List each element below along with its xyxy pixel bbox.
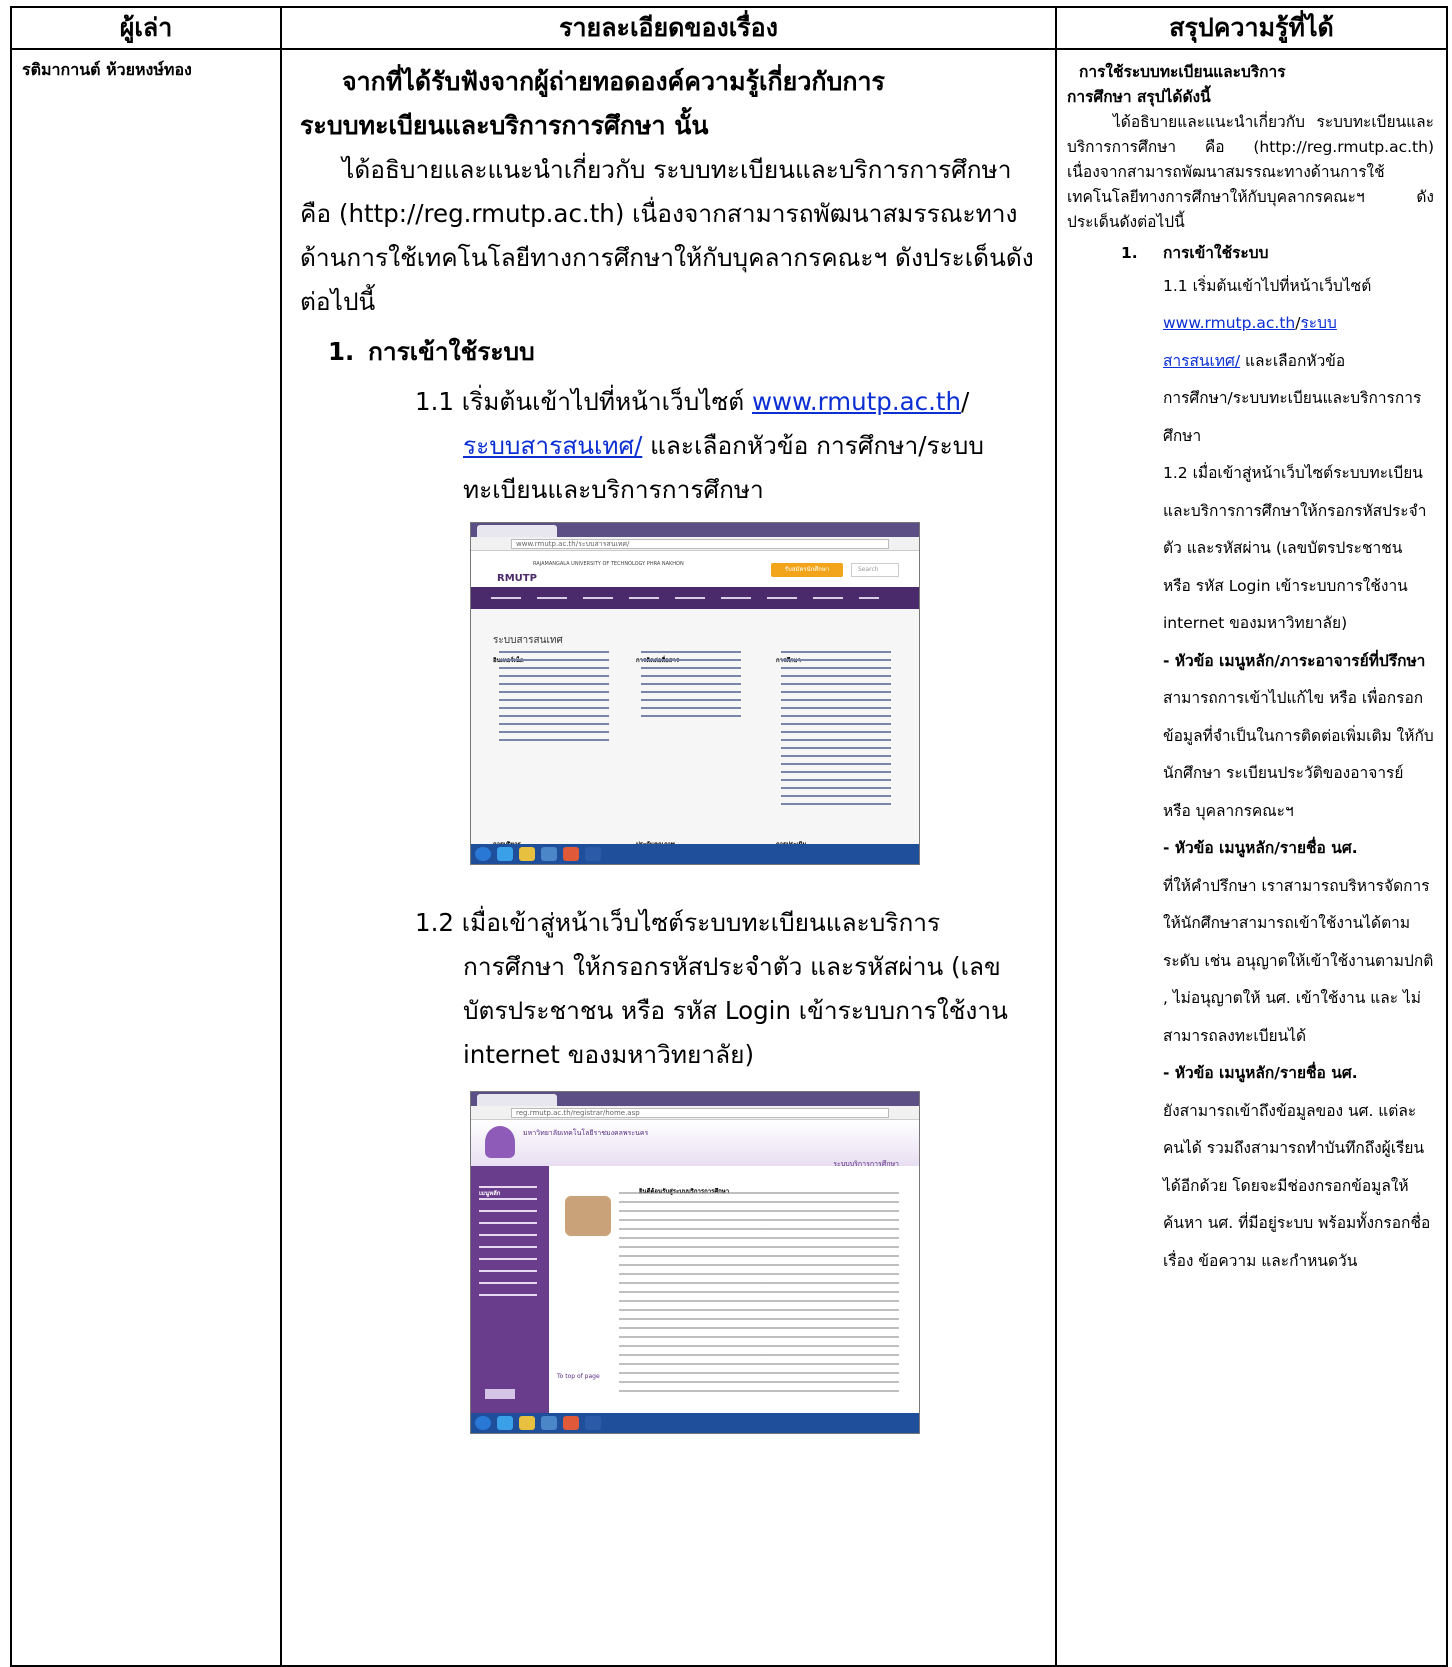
shot2-banner: มหาวิทยาลัยเทคโนโลยีราชมงคลพระนคร ระบบบร…	[471, 1120, 919, 1168]
windows-taskbar	[471, 844, 919, 864]
shot1-brand-sub: RAJAMANGALA UNIVERSITY OF TECHNOLOGY PHR…	[533, 561, 684, 567]
browser-url-box: www.rmutp.ac.th/ระบบสารสนเทศ/	[511, 539, 889, 549]
shot2-avatar	[565, 1196, 611, 1236]
step1-continuation: ระบบสารสนเทศ/ และเลือกหัวข้อ การศึกษา/ระ…	[415, 424, 1037, 512]
windows-start-icon-2	[475, 1416, 491, 1430]
rmutp-website-screenshot: www.rmutp.ac.th/ระบบสารสนเทศ/ RMUTP RAJA…	[470, 522, 920, 865]
shot1-search: Search	[851, 563, 899, 577]
shot2-url: reg.rmutp.ac.th/registrar/home.asp	[516, 1109, 640, 1117]
browser-url-box-2: reg.rmutp.ac.th/registrar/home.asp	[511, 1108, 889, 1118]
browser-tab	[477, 525, 557, 537]
browser-tab-strip-2	[471, 1092, 919, 1106]
summary-info-link-b[interactable]: สารสนเทศ/	[1163, 352, 1240, 370]
main-step-1-2: 1.2 เมื่อเข้าสู่หน้าเว็บไซต์ระบบทะเบียนแ…	[300, 901, 1037, 1077]
summary-section-heading: 1. การเข้าใช้ระบบ	[1067, 239, 1434, 268]
chrome-icon-2	[563, 1416, 579, 1430]
shot2-sidebar: เมนูหลัก	[471, 1166, 549, 1413]
media-icon-2	[541, 1416, 557, 1430]
content-row: รติมากานต์ ห้วยหงษ์ทอง จากที่ได้รับฟังจา…	[10, 48, 1448, 1667]
shot1-list-a	[499, 651, 609, 741]
main-step-1-1: 1.1 เริ่มต้นเข้าไปที่หน้าเว็บไซต์ www.rm…	[300, 380, 1037, 512]
shot2-news-lines	[619, 1192, 899, 1392]
info-system-link[interactable]: ระบบสารสนเทศ/	[463, 431, 642, 460]
browser-address-bar-2: reg.rmutp.ac.th/registrar/home.asp	[471, 1106, 919, 1120]
summary-bullet-3: - หัวข้อ เมนูหลัก/รายชื่อ นศ. ยังสามารถเข…	[1163, 1055, 1434, 1280]
knowledge-table: ผู้เล่า รายละเอียดของเรื่อง สรุปความรู้ท…	[10, 6, 1448, 1667]
shot1-content: ระบบสารสนเทศ อินเทอร์เน็ต การติดต่อสื่อส…	[471, 609, 919, 848]
shot1-apply-button: รับสมัครนักศึกษา	[771, 563, 843, 577]
summary-s11-rest2: การศึกษา/ระบบทะเบียนและบริการการศึกษา	[1163, 389, 1422, 445]
shot1-list-b	[641, 651, 741, 721]
ie-icon-2	[497, 1416, 513, 1430]
browser-address-bar: www.rmutp.ac.th/ระบบสารสนเทศ/	[471, 537, 919, 551]
summary-info-link-a[interactable]: ระบบ	[1300, 314, 1336, 332]
header-summary: สรุปความรู้ที่ได้	[1055, 6, 1448, 50]
main-section-title: การเข้าใช้ระบบ	[368, 337, 535, 366]
shot1-list-c	[781, 651, 891, 811]
narrator-name: รติมากานต์ ห้วยหงษ์ทอง	[22, 60, 192, 79]
browser-tab-strip	[471, 523, 919, 537]
windows-taskbar-2	[471, 1413, 919, 1433]
main-title-line2: ระบบทะเบียนและบริการการศึกษา นั้น	[300, 111, 709, 140]
shot1-url: www.rmutp.ac.th/ระบบสารสนเทศ/	[516, 540, 630, 548]
browser-tab-2	[477, 1094, 557, 1106]
summary-b1-label: - หัวข้อ เมนูหลัก/ภาระอาจารย์ที่ปรึกษา	[1163, 651, 1426, 670]
shot1-nav-dots	[491, 597, 879, 599]
main-section-number: 1.	[328, 337, 355, 366]
summary-rmutp-link[interactable]: www.rmutp.ac.th	[1163, 314, 1295, 332]
word-icon	[585, 847, 601, 861]
details-cell: จากที่ได้รับฟังจากผู้ถ่ายทอดองค์ความรู้เ…	[280, 48, 1057, 1667]
step2-line1: 1.2 เมื่อเข้าสู่หน้าเว็บไซต์ระบบทะเบียนแ…	[415, 908, 941, 937]
shot2-badge	[485, 1389, 515, 1399]
header-details: รายละเอียดของเรื่อง	[280, 6, 1057, 50]
summary-b3-label: - หัวข้อ เมนูหลัก/รายชื่อ นศ.	[1163, 1064, 1358, 1082]
summary-section-number: 1.	[1121, 244, 1138, 262]
shot2-back-top: To top of page	[557, 1373, 600, 1380]
narrator-cell: รติมากานต์ ห้วยหงษ์ทอง	[10, 48, 282, 1667]
summary-intro: ได้อธิบายและแนะนำเกี่ยวกับ ระบบทะเบียนแล…	[1067, 113, 1434, 231]
media-icon	[541, 847, 557, 861]
summary-section-title: การเข้าใช้ระบบ	[1163, 244, 1269, 262]
folder-icon-2	[519, 1416, 535, 1430]
summary-step-1-1: 1.1 เริ่มต้นเข้าไปที่หน้าเว็บไซต์ www.rm…	[1163, 268, 1434, 456]
main-intro: ได้อธิบายและแนะนำเกี่ยวกับ ระบบทะเบียนแล…	[300, 155, 1034, 316]
summary-b2-text: ที่ให้คำปรึกษา เราสามารถบริหารจัดการให้น…	[1163, 876, 1434, 1045]
summary-bullet-2: - หัวข้อ เมนูหลัก/รายชื่อ นศ. ที่ให้คำปรึ…	[1163, 830, 1434, 1055]
shot2-main: ยินดีต้อนรับสู่ระบบบริการการศึกษา To top…	[549, 1166, 919, 1413]
shot2-logo	[485, 1126, 515, 1158]
shot2-uni-name: มหาวิทยาลัยเทคโนโลยีราชมงคลพระนคร	[523, 1129, 649, 1137]
main-section-heading: 1. การเข้าใช้ระบบ	[300, 330, 1037, 374]
folder-icon	[519, 847, 535, 861]
step1-slash: /	[961, 387, 970, 416]
windows-start-icon	[475, 847, 491, 861]
shot1-nav-bar	[471, 587, 919, 609]
summary-title-line2: การศึกษา สรุปได้ดังนี้	[1067, 88, 1211, 106]
summary-bullet-1: - หัวข้อ เมนูหลัก/ภาระอาจารย์ที่ปรึกษา ส…	[1163, 643, 1434, 831]
main-title-line1: จากที่ได้รับฟังจากผู้ถ่ายทอดองค์ความรู้เ…	[342, 67, 885, 96]
summary-step-1-2: 1.2 เมื่อเข้าสู่หน้าเว็บไซต์ระบบทะเบียนแ…	[1163, 464, 1427, 632]
summary-body: 1.1 เริ่มต้นเข้าไปที่หน้าเว็บไซต์ www.rm…	[1067, 268, 1434, 1281]
header-narrator: ผู้เล่า	[10, 6, 282, 50]
shot1-site-header: RMUTP RAJAMANGALA UNIVERSITY OF TECHNOLO…	[471, 551, 919, 587]
summary-s11-rest: และเลือกหัวข้อ	[1240, 351, 1346, 370]
step2-rest: การศึกษา ให้กรอกรหัสประจำตัว และรหัสผ่าน…	[463, 952, 1008, 1069]
main-title: จากที่ได้รับฟังจากผู้ถ่ายทอดองค์ความรู้เ…	[300, 60, 1037, 148]
word-icon-2	[585, 1416, 601, 1430]
shot2-menu-items	[479, 1186, 537, 1296]
summary-title-line1: การใช้ระบบทะเบียนและบริการ	[1079, 63, 1286, 81]
summary-b1-text: สามารถการเข้าไปแก้ไข หรือ เพื่อกรอกข้อมู…	[1163, 689, 1434, 820]
summary-s11-text: 1.1 เริ่มต้นเข้าไปที่หน้าเว็บไซต์	[1163, 276, 1372, 295]
summary-b3-text: ยังสามารถเข้าถึงข้อมูลของ นศ. แต่ละคนได้…	[1163, 1101, 1431, 1270]
ie-icon	[497, 847, 513, 861]
header-row: ผู้เล่า รายละเอียดของเรื่อง สรุปความรู้ท…	[10, 6, 1448, 50]
reg-website-screenshot: reg.rmutp.ac.th/registrar/home.asp มหาวิ…	[470, 1091, 920, 1434]
chrome-icon	[563, 847, 579, 861]
step1-prefix: 1.1 เริ่มต้นเข้าไปที่หน้าเว็บไซต์	[415, 387, 752, 416]
rmutp-link[interactable]: www.rmutp.ac.th	[752, 387, 961, 416]
summary-cell: การใช้ระบบทะเบียนและบริการ การศึกษา สรุป…	[1055, 48, 1448, 1667]
summary-b2-label: - หัวข้อ เมนูหลัก/รายชื่อ นศ.	[1163, 839, 1358, 857]
